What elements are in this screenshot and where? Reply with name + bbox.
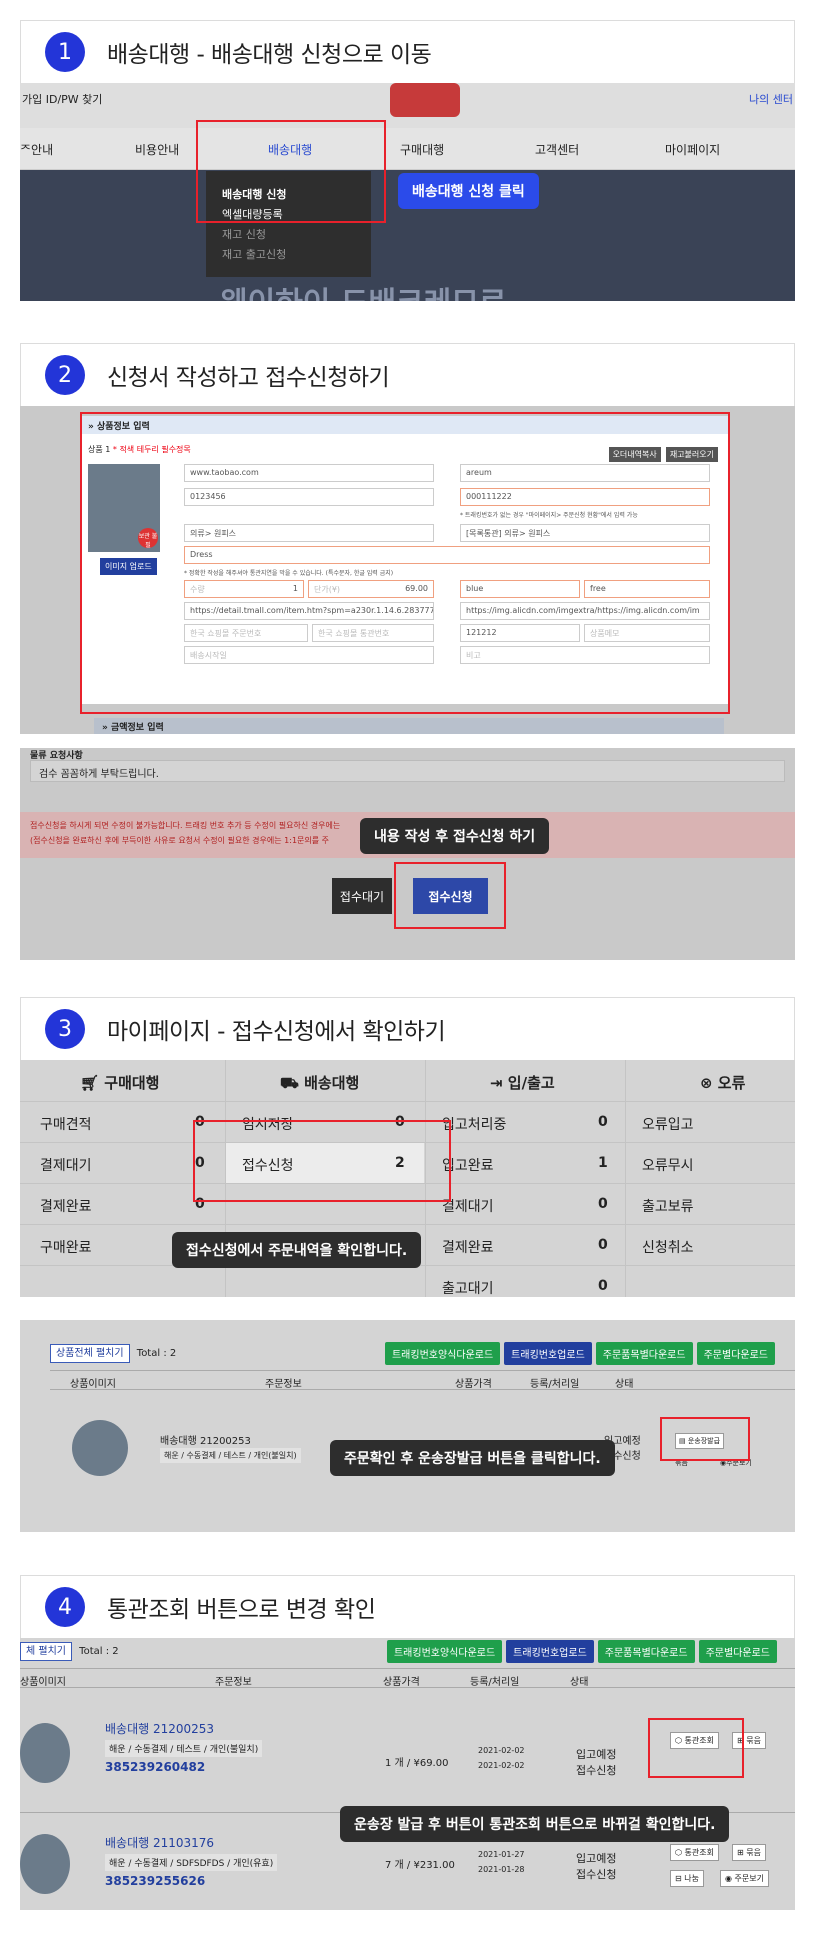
request-textarea[interactable]: 검수 꼼꼼하게 부탁드립니다. (30, 760, 785, 782)
highlight-box (193, 1120, 451, 1202)
section-title: 마이페이지 - 접수신청에서 확인하기 (107, 1019, 446, 1045)
item-download-button[interactable]: 주문품목별다운로드 (597, 1640, 695, 1663)
cart-icon: 🛒︎ (80, 1074, 105, 1092)
nav-item[interactable]: 고객센터 (535, 141, 579, 158)
screenshot-3a: 🛒︎ 구매대행 ⛟ 배송대행 ⇥ 입/출고 ⊗ 오류 구매견적 0 임시저장 0 입고처… (20, 1060, 795, 1297)
expand-all-button[interactable]: 상품전체 펼치기 (50, 1344, 130, 1363)
screenshot-4: 체 펼치기 Total : 2 트래킹번호양식다운로드 트래킹번호업로드 주문품목별… (20, 1638, 795, 1910)
list-toolbar: 체 펼치기 Total : 2 (20, 1642, 119, 1661)
amount-panel-title: » 금액정보 입력 (94, 718, 724, 734)
download-buttons: 트래킹번호양식다운로드 트래킹번호업로드 주문품목별다운로드 주문별다운로드 (383, 1640, 777, 1663)
top-bar: 가입 ID/PW 찾기 나의 센터 (20, 83, 795, 128)
screenshot-1: 가입 ID/PW 찾기 나의 센터 ᄌ안내 비용안내 배송대행 구매대행 고객센… (20, 83, 795, 301)
tracking-number[interactable]: 385239255626 (105, 1874, 205, 1888)
step-number: 2 (45, 355, 85, 395)
highlight-box (196, 120, 386, 223)
order-price: 7 개 / ¥231.00 (385, 1860, 455, 1871)
highlight-box (394, 862, 506, 929)
my-center-link[interactable]: 나의 센터 (749, 91, 793, 107)
header-purchase: 🛒︎ 구매대행 (80, 1074, 160, 1092)
section-title: 신청서 작성하고 접수신청하기 (107, 365, 390, 391)
order-number[interactable]: 배송대행 21103176 (105, 1834, 214, 1851)
tooltip-issue-waybill: 주문확인 후 운송장발급 버튼을 클릭합니다. (330, 1440, 615, 1476)
split-button[interactable]: ⊟ 나눔 (670, 1870, 704, 1887)
truck-icon: ⛟ (280, 1074, 305, 1092)
order-thumbnail (72, 1420, 128, 1476)
nav-item[interactable]: 구매대행 (400, 141, 444, 158)
summary-row: 출고대기 0 (442, 1278, 608, 1297)
table-header: 상품이미지 주문정보 상품가격 등록/처리일 상태 (50, 1370, 795, 1390)
section-2-header: 2 신청서 작성하고 접수신청하기 (20, 343, 795, 407)
exit-icon: ⇥ (490, 1074, 508, 1092)
order-dates: 2021-02-02 2021-02-02 (478, 1746, 525, 1770)
header-shipping: ⛟ 배송대행 (280, 1074, 360, 1092)
item-download-button[interactable]: 주문품목별다운로드 (595, 1342, 693, 1365)
step-number: 4 (45, 1587, 85, 1627)
nav-item[interactable]: 마이페이지 (665, 141, 720, 158)
order-sub: 해운 / 수동결제 / SDFSDFDS / 개인(유효) (105, 1854, 278, 1871)
save-draft-button[interactable]: 접수대기 (332, 878, 392, 914)
highlight-box (648, 1718, 744, 1778)
summary-header: 🛒︎ 구매대행 ⛟ 배송대행 ⇥ 입/출고 ⊗ 오류 (20, 1060, 795, 1102)
highlight-box (80, 412, 730, 714)
order-price: 1 개 / ¥69.00 (385, 1758, 449, 1769)
tooltip-check-orders: 접수신청에서 주문내역을 확인합니다. (172, 1232, 422, 1268)
expand-all-button[interactable]: 체 펼치기 (20, 1642, 72, 1661)
menu-stock-request[interactable]: 재고 신청 (222, 225, 371, 245)
circle-x-icon: ⊗ (700, 1074, 718, 1092)
order-status: 입고예정 접수신청 (576, 1748, 617, 1777)
tooltip-click-request: 배송대행 신청 클릭 (398, 173, 539, 209)
order-number[interactable]: 배송대행 21200253 (105, 1720, 214, 1737)
order-download-button[interactable]: 주문별다운로드 (696, 1342, 775, 1365)
minus-icon: ⊟ (675, 1874, 685, 1883)
total-count: Total : 2 (136, 1348, 177, 1359)
screenshot-2a: » 상품정보 입력 상품 1 * 적색 테두리 필수정목 오더내역복사 재고불러… (20, 406, 795, 734)
table-header: 상품이미지 주문정보 상품가격 등록/처리일 상태 (20, 1668, 795, 1688)
list-toolbar: 상품전체 펼치기 Total : 2 (50, 1344, 177, 1363)
order-download-button[interactable]: 주문별다운로드 (698, 1640, 777, 1663)
section-title: 배송대행 - 배송대행 신청으로 이동 (107, 42, 432, 68)
main-nav: ᄌ안내 비용안내 배송대행 구매대행 고객센터 마이페이지 (20, 128, 795, 170)
banner-text: 웨이하이 드배크레므로 (220, 278, 506, 301)
header-inout: ⇥ 입/출고 (490, 1074, 555, 1092)
order-sub: 해운 / 수동결제 / 테스트 / 개인(불일치) (105, 1740, 263, 1757)
tracking-template-download-button[interactable]: 트래킹번호양식다운로드 (384, 1342, 501, 1365)
order-thumbnail (20, 1834, 70, 1894)
step-number: 1 (45, 32, 85, 72)
tooltip-customs-check: 운송장 발급 후 버튼이 통관조회 버튼으로 바뀌걸 확인합니다. (340, 1806, 730, 1842)
header-error: ⊗ 오류 (700, 1074, 746, 1092)
order-sub: 해운 / 수동결제 / 테스트 / 개인(불일치) (160, 1448, 301, 1463)
step-number: 3 (45, 1009, 85, 1049)
bundle-button[interactable]: ⊞ 묶음 (732, 1844, 766, 1861)
tracking-number[interactable]: 385239260482 (105, 1760, 205, 1774)
section-title: 통관조회 버튼으로 변경 확인 (107, 1597, 376, 1623)
order-status: 입고예정 접수신청 (576, 1852, 617, 1881)
tracking-upload-button[interactable]: 트래킹번호업로드 (506, 1640, 594, 1663)
customs-check-button[interactable]: ⬡ 통관조회 (670, 1844, 719, 1861)
section-1-header: 1 배송대행 - 배송대행 신청으로 이동 (20, 20, 795, 84)
nav-item[interactable]: 비용안내 (135, 141, 179, 158)
download-buttons: 트래킹번호양식다운로드 트래킹번호업로드 주문품목별다운로드 주문별다운로드 (381, 1342, 775, 1365)
screenshot-3b: 상품전체 펼치기 Total : 2 트래킹번호양식다운로드 트래킹번호업로드 주문… (20, 1320, 795, 1532)
order-number[interactable]: 배송대행 21200253 (160, 1432, 251, 1447)
eye-icon: ◉ (725, 1874, 735, 1883)
tracking-upload-button[interactable]: 트래킹번호업로드 (504, 1342, 592, 1365)
box-icon: ⬡ (675, 1848, 685, 1857)
order-dates: 2021-01-27 2021-01-28 (478, 1850, 525, 1874)
screenshot-2b: 물류 요청사항 검수 꼼꼼하게 부탁드립니다. 접수신청을 하시게 되면 수정이… (20, 748, 795, 960)
tooltip-submit: 내용 작성 후 접수신청 하기 (360, 818, 550, 854)
tracking-template-download-button[interactable]: 트래킹번호양식다운로드 (386, 1640, 503, 1663)
nav-item[interactable]: ᄌ안내 (20, 141, 53, 158)
menu-stock-out[interactable]: 재고 출고신청 (222, 245, 371, 265)
highlight-box (660, 1417, 750, 1461)
order-thumbnail (20, 1723, 70, 1783)
section-4-header: 4 통관조회 버튼으로 변경 확인 (20, 1575, 795, 1639)
section-3-header: 3 마이페이지 - 접수신청에서 확인하기 (20, 997, 795, 1061)
view-order-button[interactable]: ◉ 주문보기 (720, 1870, 769, 1887)
login-links[interactable]: 가입 ID/PW 찾기 (22, 91, 102, 107)
logo (390, 83, 460, 117)
plus-icon: ⊞ (737, 1848, 747, 1857)
